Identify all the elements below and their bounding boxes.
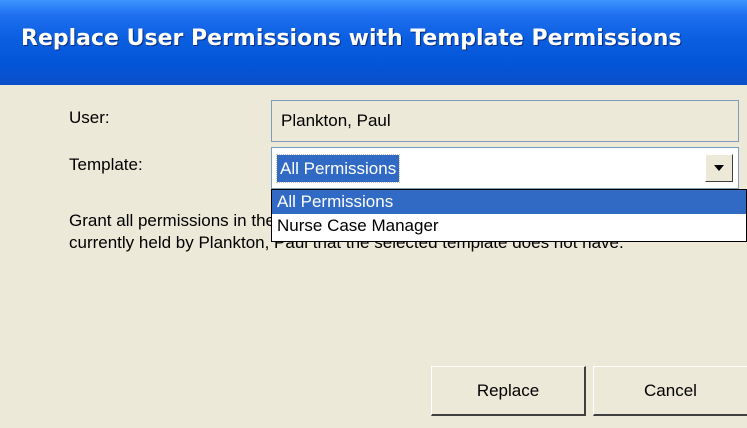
user-field: Plankton, Paul xyxy=(271,100,739,142)
dropdown-button[interactable] xyxy=(705,154,733,182)
dropdown-option-all-permissions[interactable]: All Permissions xyxy=(272,190,746,214)
template-selected-value: All Permissions xyxy=(275,154,401,183)
template-label: Template: xyxy=(69,155,143,174)
title-bar[interactable]: Replace User Permissions with Template P… xyxy=(0,0,747,85)
replace-button[interactable]: Replace xyxy=(431,366,586,416)
chevron-down-icon xyxy=(714,165,724,171)
template-dropdown-list[interactable]: All Permissions Nurse Case Manager xyxy=(271,189,747,242)
dialog-title: Replace User Permissions with Template P… xyxy=(21,26,682,51)
user-label: User: xyxy=(69,108,110,127)
template-select[interactable]: All Permissions xyxy=(271,147,739,189)
dropdown-option-nurse-case-manager[interactable]: Nurse Case Manager xyxy=(272,214,746,238)
cancel-button[interactable]: Cancel xyxy=(593,366,747,416)
